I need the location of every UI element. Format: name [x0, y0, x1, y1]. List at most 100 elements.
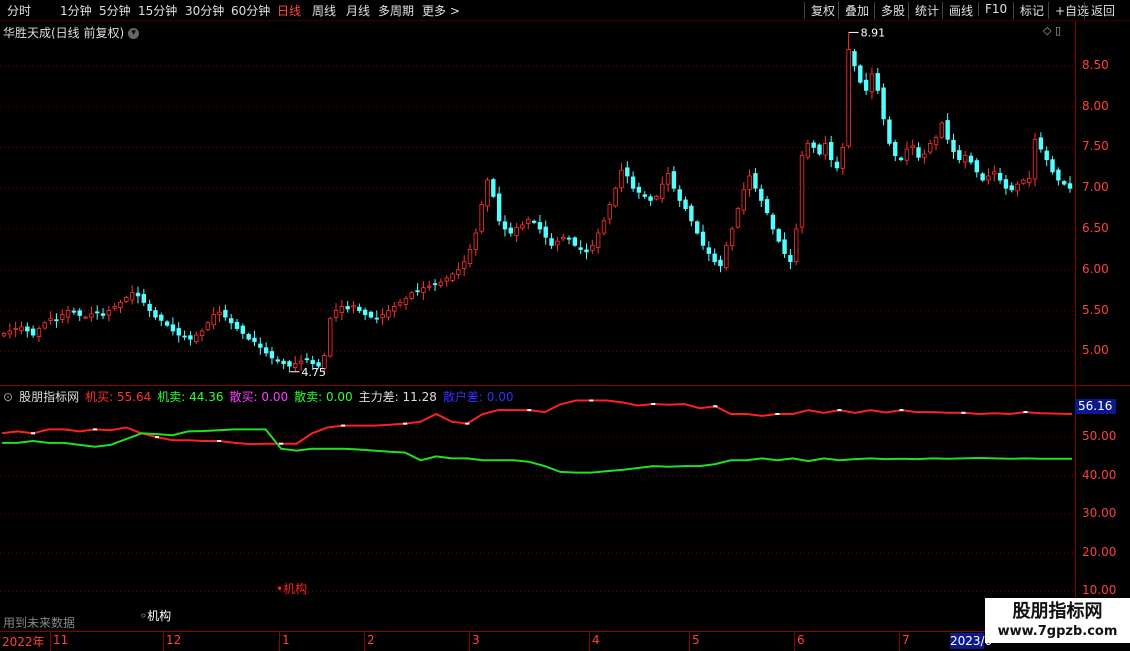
period-tab-4[interactable]: 30分钟	[185, 2, 224, 19]
candle-body	[846, 49, 851, 147]
price-tick-2: 7.50	[1082, 139, 1109, 154]
period-tab-7[interactable]: 周线	[312, 2, 336, 19]
candle-body	[205, 322, 211, 330]
candle-body	[485, 179, 490, 207]
candle-body	[30, 328, 36, 336]
candle-body	[887, 119, 892, 144]
period-tab-1[interactable]: 1分钟	[60, 2, 92, 19]
toolbar-button-3[interactable]: 统计	[908, 2, 939, 19]
candle-body	[706, 247, 712, 254]
date-label-5: 3	[472, 633, 480, 647]
indicator-tick-2: 30.00	[1082, 506, 1117, 521]
candle-body	[1021, 179, 1026, 184]
period-tab-3[interactable]: 15分钟	[138, 2, 177, 19]
candle-body	[619, 169, 624, 189]
date-tick	[279, 632, 280, 651]
toolbar-button-6[interactable]: 标记	[1013, 2, 1044, 19]
date-tick	[469, 632, 470, 651]
candle-body	[648, 196, 653, 201]
candle-body	[374, 317, 380, 320]
candle-body	[112, 306, 117, 309]
indicator-marker	[527, 409, 532, 412]
indicator-current-value: 56.16	[1075, 399, 1116, 414]
candle-body	[351, 305, 356, 308]
period-tab-2[interactable]: 5分钟	[99, 2, 131, 19]
candle-body	[269, 351, 275, 359]
candle-body	[869, 73, 875, 93]
candle-body	[561, 236, 566, 240]
period-tab-0[interactable]: 分时	[7, 2, 31, 19]
candle-body	[310, 360, 315, 365]
candle-body	[823, 142, 828, 156]
period-tab-9[interactable]: 多周期	[378, 2, 414, 19]
toolbar-button-1[interactable]: 叠加	[838, 2, 869, 19]
candle-body	[642, 194, 647, 197]
candle-body	[1050, 159, 1055, 173]
date-label-3: 1	[282, 633, 290, 647]
institution-signal-white: ◦机构	[140, 609, 172, 623]
candle-body	[700, 231, 706, 246]
candle-body	[939, 122, 945, 138]
period-tab-6[interactable]: 日线	[277, 2, 301, 19]
candle-body	[794, 228, 799, 263]
candle-body	[281, 360, 286, 365]
price-tick-0: 8.50	[1082, 57, 1109, 72]
candle-body	[724, 244, 729, 269]
toolbar-button-7[interactable]: +自选	[1048, 2, 1089, 19]
candle-body	[974, 160, 979, 173]
candle-body	[625, 167, 630, 177]
toolbar-button-4[interactable]: 画线	[942, 2, 973, 19]
candle-body	[508, 227, 513, 234]
candle-body	[957, 150, 962, 161]
candle-body	[217, 311, 222, 316]
candle-body	[863, 79, 869, 91]
toolbar-button-5[interactable]: F10	[978, 2, 1007, 16]
date-tick	[364, 632, 365, 651]
candle-body	[753, 173, 758, 189]
candle-body	[1056, 169, 1061, 181]
candle-body	[817, 144, 822, 155]
candle-body	[386, 310, 391, 318]
toolbar-button-8[interactable]: 返回	[1084, 2, 1115, 19]
candle-body	[234, 321, 240, 329]
candle-body	[362, 309, 368, 316]
indicator-series-1	[2, 428, 1072, 474]
candle-body	[764, 199, 770, 214]
candle-body	[263, 347, 269, 354]
candle-body	[526, 218, 531, 224]
candle-body	[759, 188, 764, 201]
candle-body	[194, 334, 199, 342]
candle-body	[339, 306, 345, 313]
date-label-current: 2023/0	[950, 633, 993, 649]
candle-body	[13, 328, 18, 330]
candle-body	[403, 297, 409, 305]
toolbar-button-0[interactable]: 复权	[804, 2, 835, 19]
candle-body	[782, 239, 787, 254]
indicator-marker	[651, 402, 656, 405]
candle-body	[811, 142, 816, 148]
candle-body	[1009, 185, 1014, 191]
candle-body	[432, 283, 438, 286]
indicator-marker	[403, 422, 408, 425]
indicator-chart[interactable]	[0, 387, 1076, 630]
candle-body	[106, 310, 112, 316]
candle-body	[555, 240, 560, 246]
period-tab-10[interactable]: 更多 >	[422, 2, 460, 19]
candle-body	[951, 139, 956, 152]
candle-body	[188, 335, 193, 340]
candle-body	[95, 311, 100, 314]
candlestick-chart[interactable]: 8.91 4.75	[0, 21, 1076, 384]
candle-body	[980, 173, 985, 181]
date-label-7: 5	[692, 633, 700, 647]
period-tab-5[interactable]: 60分钟	[231, 2, 270, 19]
indicator-marker	[31, 432, 36, 435]
candle-body	[100, 313, 106, 316]
candle-body	[712, 253, 717, 263]
indicator-marker	[775, 413, 780, 415]
candle-body	[345, 306, 350, 310]
candle-body	[252, 337, 257, 342]
candle-body	[496, 193, 502, 222]
indicator-marker	[589, 399, 594, 402]
toolbar-button-2[interactable]: 多股	[874, 2, 905, 19]
period-tab-8[interactable]: 月线	[346, 2, 370, 19]
